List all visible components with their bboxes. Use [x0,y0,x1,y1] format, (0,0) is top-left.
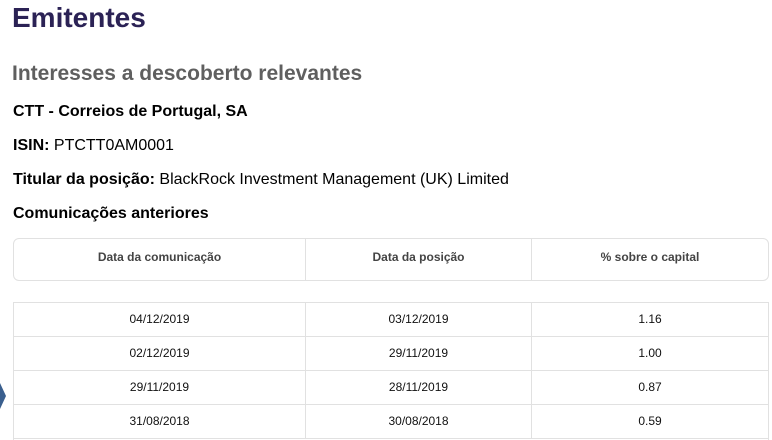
holder-value: BlackRock Investment Management (UK) Lim… [159,171,509,188]
column-header-communication-date[interactable]: Data da comunicação [14,239,306,280]
table-row: 02/12/2019 29/11/2019 1.00 [14,337,768,371]
section-subtitle: Interesses a descoberto relevantes [12,62,363,85]
cell-communication-date: 31/08/2018 [14,405,306,438]
cell-position-date: 03/12/2019 [306,303,532,336]
cell-capital-percent: 0.59 [638,414,662,428]
table-row: 29/11/2019 28/11/2019 0.87 [14,371,768,405]
company-name: CTT - Correios de Portugal, SA [13,103,248,120]
page: Emitentes Interesses a descoberto releva… [0,0,772,440]
cell-capital-percent: 1.16 [638,312,662,326]
chevron-right-icon[interactable] [0,383,6,409]
holder-label: Titular da posição: [13,171,155,188]
cell-communication-date: 29/11/2019 [14,371,306,404]
cell-communication-date: 02/12/2019 [14,337,306,370]
table-row: 31/08/2018 30/08/2018 0.59 [14,405,768,439]
isin-label: ISIN: [13,137,50,154]
cell-position-date: 30/08/2018 [306,405,532,438]
cell-capital-percent: 0.87 [638,380,662,394]
isin-value: PTCTT0AM0001 [53,137,174,154]
cell-communication-date: 04/12/2019 [14,303,306,336]
holder-line: Titular da posição: BlackRock Investment… [13,170,509,190]
cell-capital-percent: 1.00 [638,346,662,360]
cell-position-date: 28/11/2019 [306,371,532,404]
previous-communications-heading: Comunicações anteriores [13,205,209,222]
table-body: 04/12/2019 03/12/2019 1.16 02/12/2019 29… [13,302,769,440]
column-header-position-date[interactable]: Data da posição [306,239,532,280]
column-header-capital-percent[interactable]: % sobre o capital [532,239,768,280]
cell-position-date: 29/11/2019 [306,337,532,370]
page-title: Emitentes [12,2,146,33]
table-row: 04/12/2019 03/12/2019 1.16 [14,303,768,337]
isin-line: ISIN: PTCTT0AM0001 [13,136,174,156]
table-header: Data da comunicação Data da posição % so… [13,238,769,281]
